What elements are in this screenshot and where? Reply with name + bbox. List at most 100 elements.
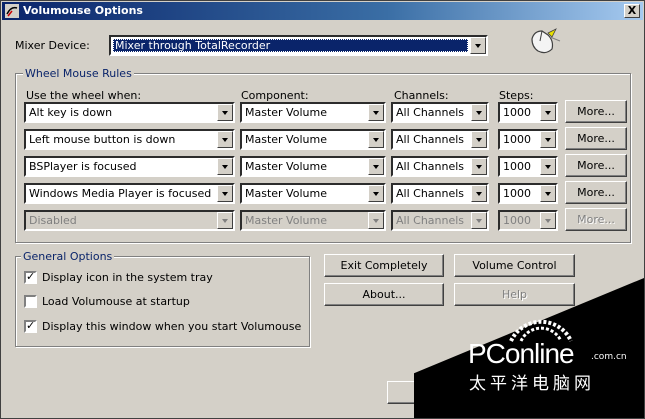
close-button[interactable]: X: [624, 4, 640, 18]
option-checkbox[interactable]: ✓: [24, 319, 37, 333]
dropdown-button[interactable]: [471, 158, 487, 175]
rule-steps-select[interactable]: 1000: [498, 183, 558, 204]
chevron-down-icon: [545, 219, 551, 223]
chevron-down-icon: [373, 165, 379, 169]
rule-when-select[interactable]: Alt key is down: [24, 102, 235, 123]
checkmark-icon: ✓: [26, 319, 36, 332]
rule-when-select-value: Windows Media Player is focused: [29, 187, 212, 200]
option-checkbox[interactable]: [24, 295, 37, 308]
dropdown-button[interactable]: [540, 185, 556, 202]
mouse-icon: [531, 28, 561, 54]
rule-more-label: More...: [577, 186, 615, 199]
chevron-down-icon: [476, 219, 482, 223]
rule-component-select[interactable]: Master Volume: [240, 129, 386, 150]
rule-when-select[interactable]: Windows Media Player is focused: [24, 183, 235, 204]
rule-more-button[interactable]: More...: [565, 208, 627, 231]
dropdown-button[interactable]: [217, 158, 233, 175]
about-button[interactable]: About...: [324, 283, 444, 306]
options-window: Volumouse Options X Mixer Device: Mixer …: [0, 0, 645, 419]
header-steps: Steps:: [499, 89, 534, 102]
chevron-down-icon: [222, 219, 228, 223]
rule-steps-select[interactable]: 1000: [498, 156, 558, 177]
rule-when-select[interactable]: Disabled: [24, 210, 235, 231]
dropdown-button[interactable]: [540, 212, 556, 229]
dropdown-button[interactable]: [217, 185, 233, 202]
rule-steps-select[interactable]: 1000: [498, 210, 558, 231]
dropdown-button[interactable]: [217, 212, 233, 229]
rule-when-select-value: Alt key is down: [29, 106, 113, 119]
rule-steps-select-value: 1000: [503, 106, 531, 119]
rule-more-label: More...: [577, 132, 615, 145]
rule-when-select-value: Disabled: [29, 214, 77, 227]
rule-more-button[interactable]: More...: [565, 127, 627, 150]
rule-channels-select-value: All Channels: [396, 214, 465, 227]
close-icon: X: [627, 4, 637, 17]
mixer-device-select[interactable]: Mixer through TotalRecorder: [109, 35, 488, 56]
dropdown-button[interactable]: [368, 185, 384, 202]
chevron-down-icon: [373, 192, 379, 196]
mixer-dropdown-button[interactable]: [470, 37, 486, 54]
rule-more-button[interactable]: More...: [565, 100, 627, 123]
chevron-down-icon: [222, 165, 228, 169]
header-component: Component:: [241, 89, 309, 102]
rule-more-button[interactable]: More...: [565, 154, 627, 177]
chevron-down-icon: [373, 219, 379, 223]
rule-steps-select-value: 1000: [503, 160, 531, 173]
option-label[interactable]: Display icon in the system tray: [42, 271, 213, 284]
rule-steps-select[interactable]: 1000: [498, 129, 558, 150]
chevron-down-icon: [476, 138, 482, 142]
rule-channels-select[interactable]: All Channels: [391, 156, 489, 177]
rule-component-select-value: Master Volume: [245, 106, 327, 119]
dropdown-button[interactable]: [471, 131, 487, 148]
mixer-device-label: Mixer Device:: [15, 39, 90, 52]
dropdown-button[interactable]: [368, 131, 384, 148]
dropdown-button[interactable]: [471, 185, 487, 202]
option-checkbox[interactable]: ✓: [24, 270, 37, 284]
dropdown-button[interactable]: [540, 131, 556, 148]
option-label[interactable]: Display this window when you start Volum…: [42, 320, 301, 333]
volumouse-app-icon: [5, 4, 19, 18]
chevron-down-icon: [545, 192, 551, 196]
rule-when-select[interactable]: Left mouse button is down: [24, 129, 235, 150]
rule-component-select-value: Master Volume: [245, 187, 327, 200]
rule-when-select-value: BSPlayer is focused: [29, 160, 137, 173]
rule-channels-select-value: All Channels: [396, 106, 465, 119]
rule-when-select[interactable]: BSPlayer is focused: [24, 156, 235, 177]
rule-component-select[interactable]: Master Volume: [240, 102, 386, 123]
dropdown-button[interactable]: [471, 212, 487, 229]
dropdown-button[interactable]: [368, 158, 384, 175]
wheel-rules-legend: Wheel Mouse Rules: [23, 67, 134, 80]
option-label[interactable]: Load Volumouse at startup: [42, 295, 190, 308]
rule-component-select[interactable]: Master Volume: [240, 156, 386, 177]
rule-steps-select-value: 1000: [503, 214, 531, 227]
title-bar[interactable]: Volumouse Options X: [2, 2, 643, 20]
dropdown-button[interactable]: [540, 104, 556, 121]
dropdown-button[interactable]: [471, 104, 487, 121]
rule-channels-select[interactable]: All Channels: [391, 129, 489, 150]
rule-component-select[interactable]: Master Volume: [240, 210, 386, 231]
window-title: Volumouse Options: [23, 4, 143, 17]
rule-steps-select[interactable]: 1000: [498, 102, 558, 123]
rule-more-button[interactable]: More...: [565, 181, 627, 204]
volume-control-button[interactable]: Volume Control: [454, 254, 575, 277]
exit-completely-button[interactable]: Exit Completely: [324, 254, 444, 277]
rule-more-label: More...: [577, 105, 615, 118]
rule-steps-select-value: 1000: [503, 187, 531, 200]
dropdown-button[interactable]: [217, 131, 233, 148]
rule-channels-select[interactable]: All Channels: [391, 102, 489, 123]
dropdown-button[interactable]: [217, 104, 233, 121]
rule-steps-select-value: 1000: [503, 133, 531, 146]
rule-channels-select[interactable]: All Channels: [391, 183, 489, 204]
rule-component-select[interactable]: Master Volume: [240, 183, 386, 204]
dropdown-button[interactable]: [540, 158, 556, 175]
help-label: Help: [501, 288, 528, 301]
chevron-down-icon: [222, 111, 228, 115]
rule-component-select-value: Master Volume: [245, 160, 327, 173]
rule-channels-select[interactable]: All Channels: [391, 210, 489, 231]
header-when: Use the wheel when:: [26, 89, 142, 102]
rule-channels-select-value: All Channels: [396, 160, 465, 173]
chevron-down-icon: [222, 138, 228, 142]
dropdown-button[interactable]: [368, 212, 384, 229]
watermark-domain: .com.cn: [591, 352, 627, 362]
dropdown-button[interactable]: [368, 104, 384, 121]
